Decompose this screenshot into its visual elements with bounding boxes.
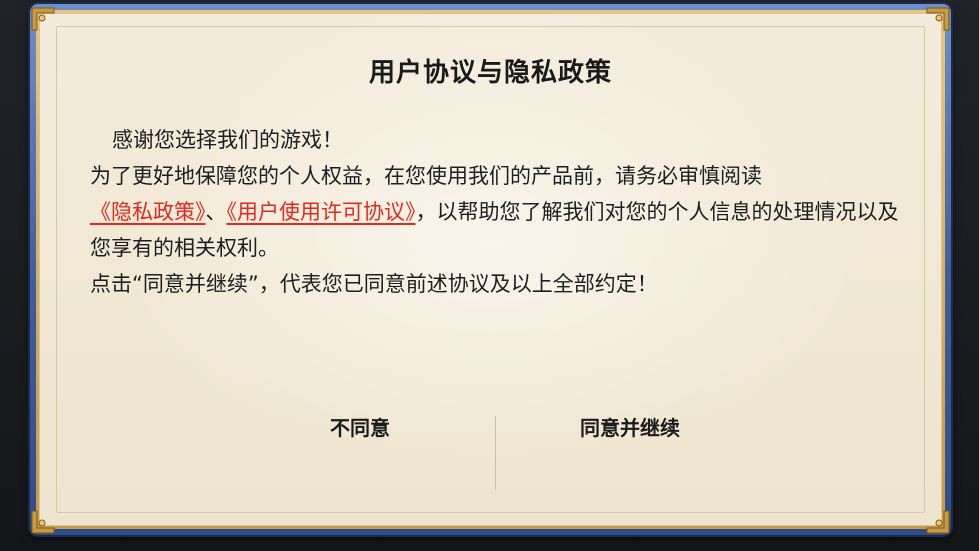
accept-and-continue-button[interactable]: 同意并继续 (550, 408, 710, 448)
user-license-agreement-link[interactable]: 《用户使用许可协议》 (227, 200, 416, 224)
privacy-policy-link[interactable]: 《隐私政策》 (90, 200, 206, 224)
agreement-body: 感谢您选择我们的游戏！ 为了更好地保障您的个人权益，在您使用我们的产品前，请务必… (90, 122, 910, 302)
dialog-button-row: 不同意 同意并继续 (120, 408, 861, 490)
agreement-paragraph: 为了更好地保障您的个人权益，在您使用我们的产品前，请务必审慎阅读 《隐私政策》、《… (90, 158, 910, 266)
corner-ornament-icon (926, 7, 950, 31)
agreement-dialog-frame: 用户协议与隐私政策 感谢您选择我们的游戏！ 为了更好地保障您的个人权益，在您使用… (30, 4, 951, 535)
corner-ornament-icon (31, 7, 55, 31)
paragraph-start-text: 为了更好地保障您的个人权益，在您使用我们的产品前，请务必审慎阅读 (90, 164, 762, 188)
agreement-dialog: 用户协议与隐私政策 感谢您选择我们的游戏！ 为了更好地保障您的个人权益，在您使用… (31, 7, 950, 534)
greeting-text: 感谢您选择我们的游戏！ (112, 128, 343, 152)
consent-note-text: 点击“同意并继续”，代表您已同意前述协议及以上全部约定！ (90, 272, 658, 296)
button-divider (495, 416, 496, 490)
dialog-gold-trim: 用户协议与隐私政策 感谢您选择我们的游戏！ 为了更好地保障您的个人权益，在您使用… (31, 7, 950, 534)
dialog-title: 用户协议与隐私政策 (368, 58, 612, 88)
corner-ornament-icon (926, 510, 950, 534)
link-separator: 、 (205, 200, 227, 224)
decline-button[interactable]: 不同意 (300, 408, 420, 448)
corner-ornament-icon (31, 510, 55, 534)
game-screen-background: 用户协议与隐私政策 感谢您选择我们的游戏！ 为了更好地保障您的个人权益，在您使用… (0, 0, 979, 551)
